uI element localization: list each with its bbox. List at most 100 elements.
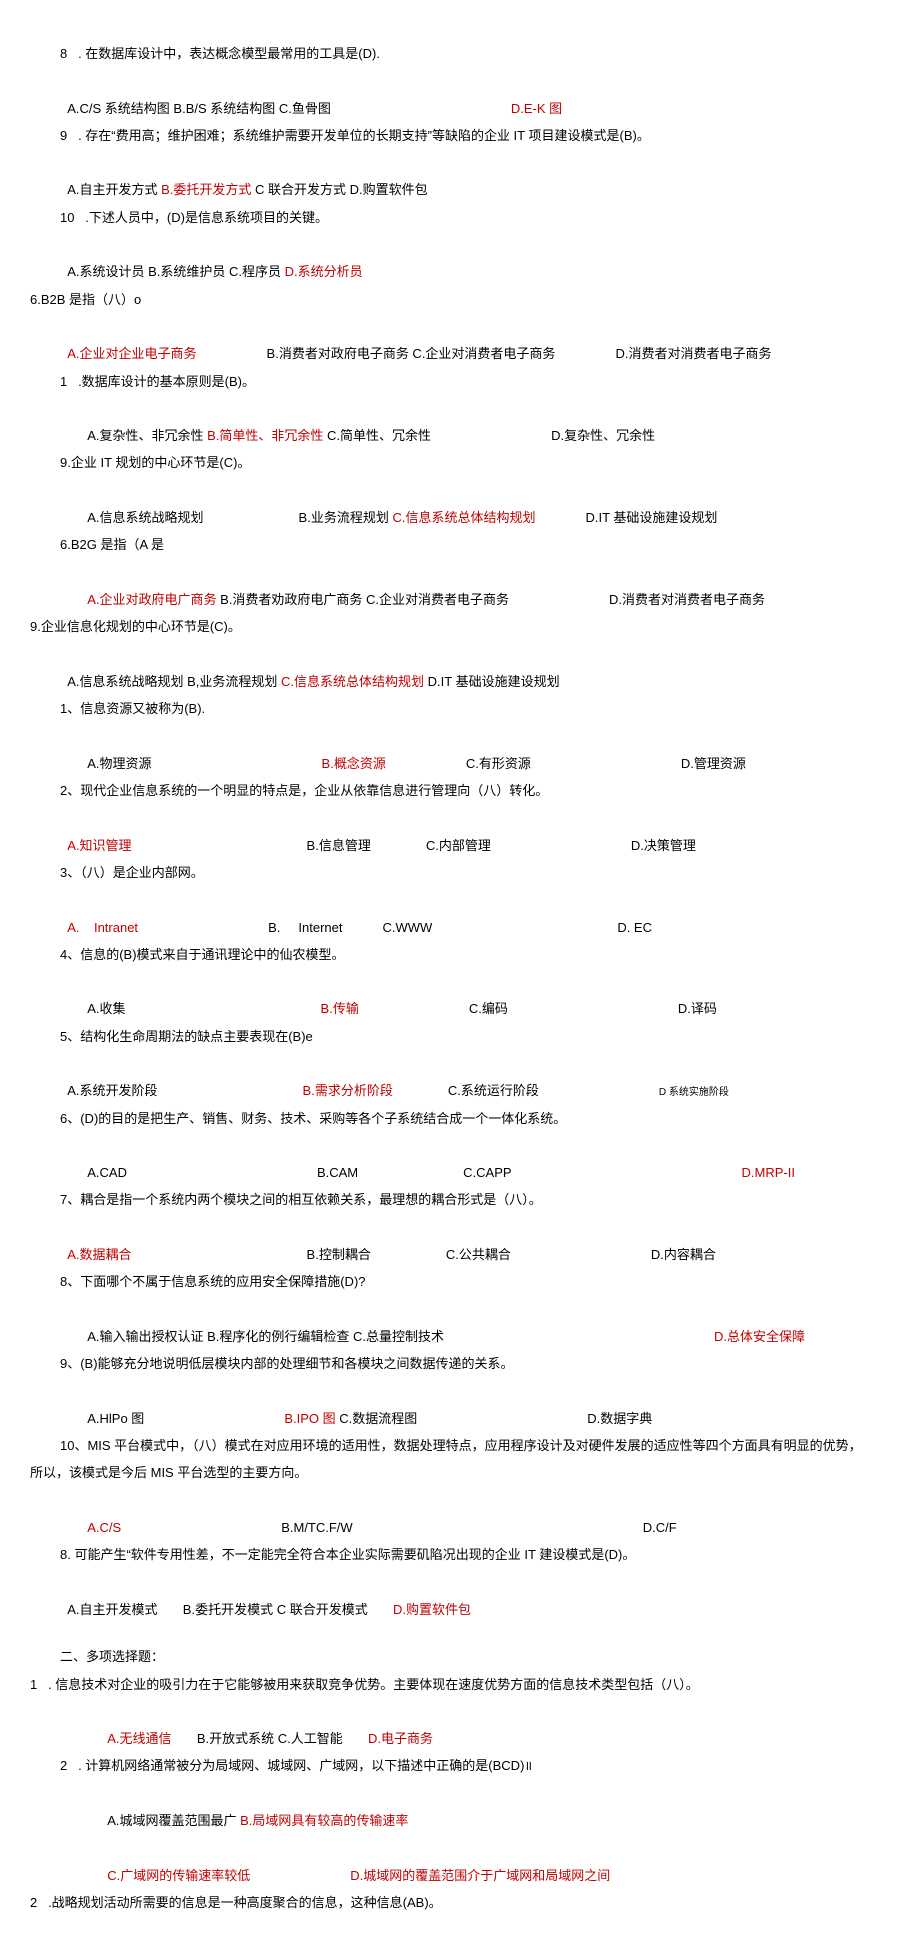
q1info-b: B.概念资源: [322, 756, 386, 771]
q9ent-stem: 9.企业信息化规划的中心环节是(C)。: [30, 613, 890, 640]
q7coup-c: C.公共耦合: [446, 1247, 511, 1262]
m1-stem: 1 . 信息技术对企业的吸引力在于它能够被用来获取竞争优势。主要体现在速度优势方…: [30, 1671, 890, 1698]
m1-bc: B.开放式系统 C.人工智能: [172, 1731, 368, 1746]
q9it-options: A.信息系统战略规划 B.业务流程规划 C.信息系统总体结构规划 D.IT 基础设施…: [30, 477, 890, 532]
q5life-options: A.系统开发阶段B.需求分析阶段C.系统运行阶段D 系统实施阶段: [30, 1050, 890, 1105]
m2-line2: C.广域网的传输速率较低D.城域网的覆盖范围介于广域网和局域网之间: [30, 1834, 890, 1889]
q1info-d: D.管理资源: [681, 756, 746, 771]
q7coup-b: B.控制耦合: [307, 1247, 371, 1262]
q1info-stem: 1、信息资源又被称为(B).: [30, 695, 890, 722]
q9it-c: C.信息系统总体结构规划: [392, 510, 535, 525]
q10mis-options: A.C/SB.M/TC.F/WD.C/F: [30, 1487, 890, 1542]
q8sec-abc: A.输入输出授权认证 B.程序化的例行编辑检查 C.总量控制技术: [87, 1329, 444, 1344]
q9it-b: B.业务流程规划: [299, 510, 393, 525]
q2mod-c: C.内部管理: [426, 838, 491, 853]
q3intra-b: B. Internet: [268, 920, 342, 935]
q8-options: A.C/S 系统结构图 B.B/S 系统结构图 C.鱼骨图 D.E-K 图: [30, 67, 890, 122]
q8sec-d: D.总体安全保障: [714, 1329, 805, 1344]
q9ipo-d: D.数据字典: [587, 1411, 652, 1426]
q6b2g-options: A.企业对政府电广商务 B.消费者劝政府电广商务 C.企业对消费者电子商务D.消…: [30, 559, 890, 614]
q8-abc: A.C/S 系统结构图 B.B/S 系统结构图 C.鱼骨图: [67, 101, 331, 116]
m2-a: A.城域网覆盖范围最广: [107, 1813, 240, 1828]
m2-c: C.广域网的传输速率较低: [107, 1868, 250, 1883]
q4sh-b: B.传输: [321, 1001, 359, 1016]
q8-d: D.E-K 图: [511, 101, 562, 116]
q10-options: A.系统设计员 B.系统维护员 C.程序员 D.系统分析员: [30, 231, 890, 286]
q9a-stem: 9 . 存在“费用高；维护困难；系统维护需要开发单位的长期支持”等缺陷的企业 I…: [30, 122, 890, 149]
m1-options: A.无线通信 B.开放式系统 C.人工智能 D.电子商务: [30, 1698, 890, 1753]
q7coup-stem: 7、耦合是指一个系统内两个模块之间的相互依赖关系，最理想的耦合形式是（八）。: [30, 1186, 890, 1213]
q4sh-options: A.收集 B.传输 C.编码 D.译码: [30, 968, 890, 1023]
q9it-a: A.信息系统战略规划: [87, 510, 203, 525]
q7coup-a: A.数据耦合: [67, 1247, 131, 1262]
m1-a: A.无线通信: [107, 1731, 171, 1746]
q6b2b-stem: 6.B2B 是指（八）o: [30, 286, 890, 313]
q1db-stem: 1 .数据库设计的基本原则是(B)。: [30, 368, 890, 395]
q1info-a: A.物理资源: [87, 756, 151, 771]
q5life-stem: 5、结构化生命周期法的缺点主要表现在(B)e: [30, 1023, 890, 1050]
q5life-c: C.系统运行阶段: [448, 1083, 539, 1098]
m2-line1: A.城域网覆盖范围最广 B.局域网具有较高的传输速率: [30, 1780, 890, 1835]
q9ipo-options: A.HlPo 图B.IPO 图 C.数据流程图D.数据字典: [30, 1378, 890, 1433]
q6b2g-a: A.企业对政府电广商务: [87, 592, 216, 607]
q6b2b-options: A.企业对企业电子商务B.消费者对政府电子商务 C.企业对消费者电子商务D.消费…: [30, 313, 890, 368]
q4sh-d: D.译码: [678, 1001, 717, 1016]
q8sec-stem: 8、下面哪个不属于信息系统的应用安全保障措施(D)?: [30, 1268, 890, 1295]
q2mod-options: A.知识管理 B.信息管理 C.内部管理 D.决策管理: [30, 804, 890, 859]
q2mod-stem: 2、现代企业信息系统的一个明显的特点是，企业从依靠信息进行管理向（八）转化。: [30, 777, 890, 804]
q9a-cd: C 联合开发方式 D.购置软件包: [251, 182, 427, 197]
q9a-a: A.自主开发方式: [67, 182, 161, 197]
q6b2b-d: D.消费者对消费者电子商务: [615, 346, 771, 361]
q9ipo-b: B.IPO 图: [284, 1411, 335, 1426]
q1db-d: D.复杂性、冗余性: [551, 428, 655, 443]
q9ipo-stem: 9、(B)能够充分地说明低层模块内部的处理细节和各模块之间数据传递的关系。: [30, 1350, 890, 1377]
q9ent-d: D.IT 基础设施建设规划: [424, 674, 560, 689]
q8soft-stem: 8. 可能产生“软件专用性差，不一定能完全符合本企业实际需要矶陷况出现的企业 I…: [30, 1541, 890, 1568]
q1db-a: A.复杂性、非冗余性: [87, 428, 207, 443]
q6d-a: A.CAD: [87, 1165, 127, 1180]
q3intra-c: C.WWW: [383, 920, 433, 935]
q10mis-d: D.C/F: [643, 1520, 677, 1535]
q3intra-options: A. IntranetB. InternetC.WWWD. EC: [30, 886, 890, 941]
q3intra-a: A. Intranet: [67, 920, 138, 935]
q8soft-d: D.购置软件包: [393, 1602, 471, 1617]
q4sh-c: C.编码: [469, 1001, 508, 1016]
q9it-d: D.IT 基础设施建设规划: [585, 510, 717, 525]
q9a-b: B.委托开发方式: [161, 182, 251, 197]
q8sec-options: A.输入输出授权认证 B.程序化的例行编辑检查 C.总量控制技术 D.总体安全保障: [30, 1296, 890, 1351]
q9ent-ab: A.信息系统战略规划 B,业务流程规划: [67, 674, 281, 689]
m2-b: B.局域网具有较高的传输速率: [240, 1813, 408, 1828]
q10-stem: 10 .下述人员中，(D)是信息系统项目的关键。: [30, 204, 890, 231]
q9ipo-a: A.HlPo 图: [87, 1411, 144, 1426]
q7coup-options: A.数据耦合B.控制耦合C.公共耦合D.内容耦合: [30, 1214, 890, 1269]
q4sh-a: A.收集: [87, 1001, 125, 1016]
m2b-stem: 2 .战略规划活动所需要的信息是一种高度聚合的信息，这种信息(AB)。: [30, 1889, 890, 1916]
q10mis-stem2: 所以，该模式是今后 MIS 平台选型的主要方向。: [30, 1459, 890, 1486]
q5life-b: B.需求分析阶段: [303, 1083, 393, 1098]
q10-abc: A.系统设计员 B.系统维护员 C.程序员: [67, 264, 284, 279]
q6d-b: B.CAM: [317, 1165, 358, 1180]
q8soft-a: A.自主开发模式 B.委托开发模式 C 联合开发模式: [67, 1602, 393, 1617]
q2mod-b: B.信息管理: [307, 838, 371, 853]
q8-stem: 8 . 在数据库设计中，表达概念模型最常用的工具是(D).: [30, 40, 890, 67]
q9a-options: A.自主开发方式 B.委托开发方式 C 联合开发方式 D.购置软件包: [30, 149, 890, 204]
q5life-d: D 系统实施阶段: [659, 1087, 729, 1098]
q2mod-d: D.决策管理: [631, 838, 696, 853]
q6d-c: C.CAPP: [463, 1165, 511, 1180]
m2-stem: 2 . 计算机网络通常被分为局域网、城域网、广域网，以下描述中正确的是(BCD)…: [30, 1752, 890, 1779]
q1db-options: A.复杂性、非冗余性 B.简单性、非冗余性 C.简单性、冗余性 D.复杂性、冗余性: [30, 395, 890, 450]
q9ent-options: A.信息系统战略规划 B,业务流程规划 C.信息系统总体结构规划 D.IT 基础…: [30, 641, 890, 696]
q6d-options: A.CAD B.CAM C.CAPP D.MRP-II: [30, 1132, 890, 1187]
q10mis-b: B.M/TC.F/W: [281, 1520, 353, 1535]
q1db-b: B.简单性、非冗余性: [207, 428, 323, 443]
q1info-c: C.有形资源: [466, 756, 531, 771]
q6d-d: D.MRP-II: [742, 1165, 795, 1180]
q6b2b-a: A.企业对企业电子商务: [67, 346, 196, 361]
q8soft-options: A.自主开发模式 B.委托开发模式 C 联合开发模式 D.购置软件包: [30, 1569, 890, 1624]
q6d-stem: 6、(D)的目的是把生产、销售、财务、技术、采购等各个子系统结合成一个一体化系统…: [30, 1105, 890, 1132]
q10-d: D.系统分析员: [285, 264, 363, 279]
q1db-c: C.简单性、冗余性: [323, 428, 431, 443]
q1info-options: A.物理资源 B.概念资源 C.有形资源 D.管理资源: [30, 722, 890, 777]
q2mod-a: A.知识管理: [67, 838, 131, 853]
q3intra-stem: 3、（八）是企业内部网。: [30, 859, 890, 886]
